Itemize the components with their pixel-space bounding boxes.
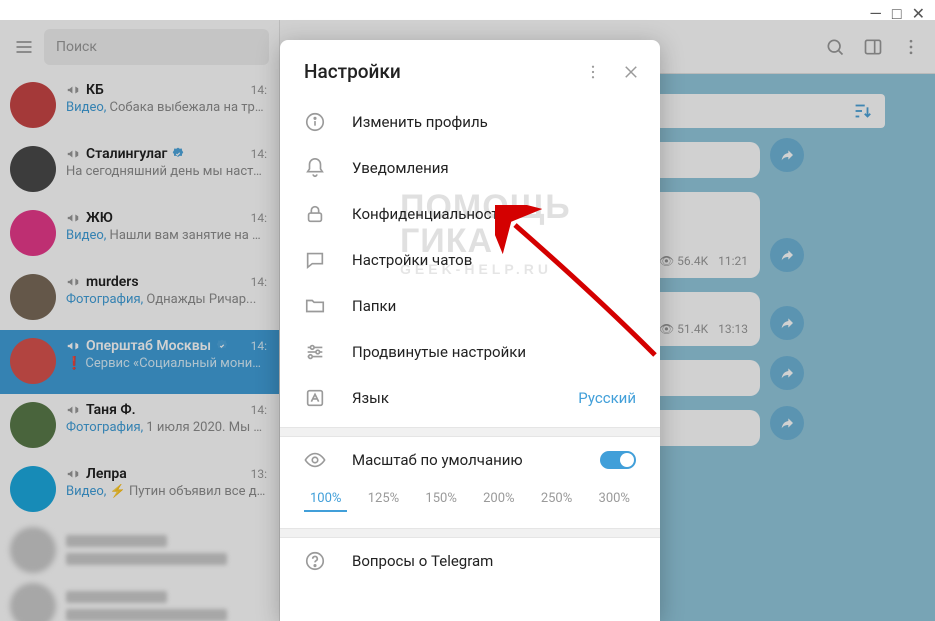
zoom-label: Масштаб по умолчанию — [352, 451, 574, 469]
zoom-option[interactable]: 100% — [304, 487, 347, 512]
modal-close-icon[interactable] — [622, 63, 640, 81]
settings-label: Изменить профиль — [352, 113, 636, 131]
separator — [280, 427, 660, 437]
settings-label: Язык — [352, 389, 552, 407]
settings-row-bell[interactable]: Уведомления — [280, 145, 660, 191]
faq-label: Вопросы о Telegram — [352, 552, 636, 570]
settings-row-lock[interactable]: Конфиденциальность — [280, 191, 660, 237]
modal-more-icon[interactable] — [584, 63, 602, 81]
zoom-option[interactable]: 200% — [477, 487, 520, 512]
settings-label: Конфиденциальность — [352, 205, 636, 223]
help-icon — [304, 550, 326, 572]
settings-modal: Настройки Изменить профиль Уведомления К… — [280, 40, 660, 621]
sliders-icon — [304, 341, 326, 363]
settings-row-info[interactable]: Изменить профиль — [280, 99, 660, 145]
settings-label: Уведомления — [352, 159, 636, 177]
eye-icon — [304, 449, 326, 471]
settings-label: Продвинутые настройки — [352, 343, 636, 361]
lang-icon — [304, 387, 326, 409]
settings-label: Настройки чатов — [352, 251, 636, 269]
chat-icon — [304, 249, 326, 271]
info-icon — [304, 111, 326, 133]
settings-label: Папки — [352, 297, 636, 315]
zoom-option[interactable]: 250% — [535, 487, 578, 512]
settings-zoom-row: Масштаб по умолчанию — [280, 437, 660, 483]
zoom-levels: 100% 125% 150% 200% 250% 300% — [280, 483, 660, 528]
zoom-option[interactable]: 125% — [362, 487, 405, 512]
settings-row-lang[interactable]: Язык Русский — [280, 375, 660, 421]
zoom-toggle[interactable] — [600, 451, 636, 469]
separator — [280, 528, 660, 538]
settings-row-chat[interactable]: Настройки чатов — [280, 237, 660, 283]
settings-row-sliders[interactable]: Продвинутые настройки — [280, 329, 660, 375]
settings-value: Русский — [578, 389, 636, 407]
modal-title: Настройки — [304, 60, 584, 83]
zoom-option[interactable]: 150% — [419, 487, 462, 512]
settings-row-folder[interactable]: Папки — [280, 283, 660, 329]
settings-faq-row[interactable]: Вопросы о Telegram — [280, 538, 660, 584]
bell-icon — [304, 157, 326, 179]
lock-icon — [304, 203, 326, 225]
zoom-option[interactable]: 300% — [593, 487, 636, 512]
folder-icon — [304, 295, 326, 317]
